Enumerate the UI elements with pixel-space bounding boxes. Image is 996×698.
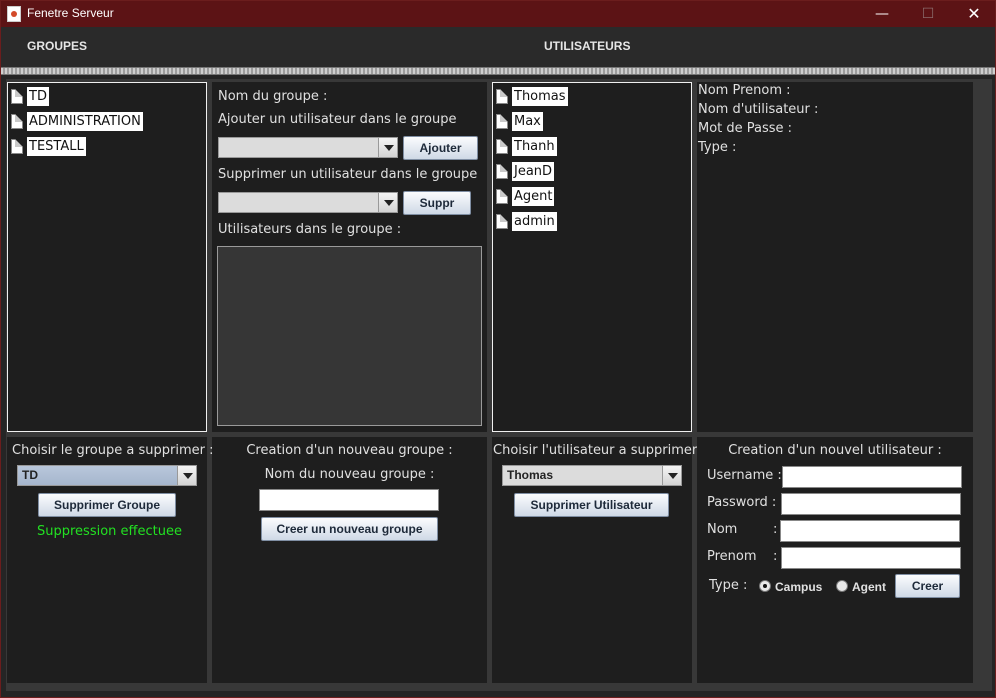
list-item[interactable]: Agent — [496, 185, 555, 207]
user-select-value: Thomas — [507, 468, 554, 482]
document-icon — [496, 138, 508, 154]
delete-user-panel: Choisir l'utilisateur a supprimer : Thom… — [492, 437, 706, 683]
status-message: Suppression effectuee — [37, 524, 182, 539]
username-label: Nom d'utilisateur : — [698, 102, 819, 117]
user-select[interactable]: Thomas — [502, 465, 682, 486]
new-group-name-input[interactable] — [259, 489, 439, 511]
delete-user-label: Choisir l'utilisateur a supprimer : — [493, 443, 706, 458]
type-label: Type : — [698, 140, 737, 155]
user-name: Thanh — [512, 136, 557, 156]
server-window: Fenetre Serveur — ☐ ✕ GROUPES UTILISATEU… — [0, 0, 996, 698]
create-user-title: Creation d'un nouvel utilisateur : — [728, 443, 942, 458]
delete-group-button[interactable]: Supprimer Groupe — [38, 493, 176, 517]
create-group-title: Creation d'un nouveau groupe : — [246, 443, 453, 458]
user-name: Agent — [512, 186, 555, 206]
remove-user-button[interactable]: Suppr — [403, 191, 471, 215]
list-item[interactable]: TD — [11, 85, 49, 107]
list-item[interactable]: ADMINISTRATION — [11, 110, 143, 132]
chevron-down-icon[interactable] — [177, 466, 196, 485]
group-select[interactable]: TD — [17, 465, 197, 486]
close-button[interactable]: ✕ — [951, 1, 996, 27]
create-group-button[interactable]: Creer un nouveau groupe — [261, 517, 438, 541]
list-item[interactable]: JeanD — [496, 160, 555, 182]
nom-field-label: Nom — [707, 522, 738, 537]
create-user-panel: Creation d'un nouvel utilisateur : Usern… — [697, 437, 973, 683]
list-item[interactable]: TESTALL — [11, 135, 86, 157]
document-icon — [496, 163, 508, 179]
remove-user-label: Supprimer un utilisateur dans le groupe — [218, 167, 478, 182]
prenom-colon: : — [773, 549, 778, 564]
group-name: TESTALL — [27, 136, 86, 156]
create-group-panel: Creation d'un nouveau groupe : Nom du no… — [212, 437, 487, 683]
title-bar[interactable]: Fenetre Serveur — ☐ ✕ — [1, 1, 995, 27]
new-group-name-label: Nom du nouveau groupe : — [264, 467, 435, 482]
username-input[interactable] — [782, 466, 962, 488]
group-name: ADMINISTRATION — [27, 111, 143, 131]
user-name: Max — [512, 111, 543, 131]
document-icon — [11, 113, 23, 129]
username-field-label: Username : — [707, 468, 782, 483]
document-icon — [496, 88, 508, 104]
fullname-label: Nom Prenom : — [698, 83, 791, 98]
add-user-button[interactable]: Ajouter — [403, 136, 478, 160]
agent-radio-label[interactable]: Agent — [852, 580, 886, 594]
prenom-field-label: Prenom — [707, 549, 757, 564]
document-icon — [496, 213, 508, 229]
add-user-label: Ajouter un utilisateur dans le groupe — [218, 112, 457, 127]
user-name: Thomas — [512, 86, 568, 106]
chevron-down-icon[interactable] — [662, 466, 681, 485]
group-detail-panel: Nom du groupe : Ajouter un utilisateur d… — [212, 82, 487, 432]
user-name: admin — [512, 211, 557, 231]
list-item[interactable]: admin — [496, 210, 557, 232]
campus-radio-label[interactable]: Campus — [775, 580, 822, 594]
separator-stripe — [1, 67, 995, 75]
chevron-down-icon[interactable] — [378, 138, 397, 157]
document-icon — [496, 113, 508, 129]
group-select-value: TD — [22, 468, 38, 482]
list-item[interactable]: Thomas — [496, 85, 568, 107]
groups-list[interactable]: TD ADMINISTRATION TESTALL — [7, 82, 207, 432]
groups-heading: GROUPES — [27, 39, 88, 53]
password-field-label: Password : — [707, 495, 777, 510]
user-detail-panel: Nom Prenom : Nom d'utilisateur : Mot de … — [697, 82, 973, 432]
delete-group-label: Choisir le groupe a supprimer : — [12, 443, 214, 458]
delete-user-button[interactable]: Supprimer Utilisateur — [514, 493, 669, 517]
password-label: Mot de Passe : — [698, 121, 793, 136]
window-title: Fenetre Serveur — [27, 6, 114, 20]
document-icon — [496, 188, 508, 204]
list-item[interactable]: Max — [496, 110, 543, 132]
group-name: TD — [27, 86, 49, 106]
type-field-label: Type : — [709, 578, 748, 593]
remove-user-combo[interactable] — [218, 192, 398, 213]
nom-colon: : — [773, 522, 778, 537]
minimize-button[interactable]: — — [859, 1, 905, 27]
chevron-down-icon[interactable] — [378, 193, 397, 212]
users-list[interactable]: Thomas Max Thanh JeanD Agent admin — [492, 82, 692, 432]
header-bar: GROUPES UTILISATEURS — [1, 27, 995, 67]
user-name: JeanD — [512, 161, 555, 181]
add-user-combo[interactable] — [218, 137, 398, 158]
group-name-label: Nom du groupe : — [218, 89, 328, 104]
users-heading: UTILISATEURS — [544, 39, 631, 53]
campus-radio[interactable] — [759, 580, 771, 592]
maximize-button[interactable]: ☐ — [905, 1, 951, 27]
password-input[interactable] — [781, 493, 961, 515]
main-content: TD ADMINISTRATION TESTALL Nom du groupe … — [6, 79, 992, 691]
members-textarea[interactable] — [217, 246, 482, 426]
document-icon — [11, 138, 23, 154]
list-item[interactable]: Thanh — [496, 135, 557, 157]
agent-radio[interactable] — [836, 580, 848, 592]
members-label: Utilisateurs dans le groupe : — [218, 222, 402, 237]
delete-group-panel: Choisir le groupe a supprimer : TD Suppr… — [7, 437, 213, 683]
prenom-input[interactable] — [781, 547, 961, 569]
document-icon — [11, 88, 23, 104]
nom-input[interactable] — [780, 520, 960, 542]
java-app-icon — [7, 6, 21, 22]
create-user-button[interactable]: Creer — [895, 574, 960, 598]
